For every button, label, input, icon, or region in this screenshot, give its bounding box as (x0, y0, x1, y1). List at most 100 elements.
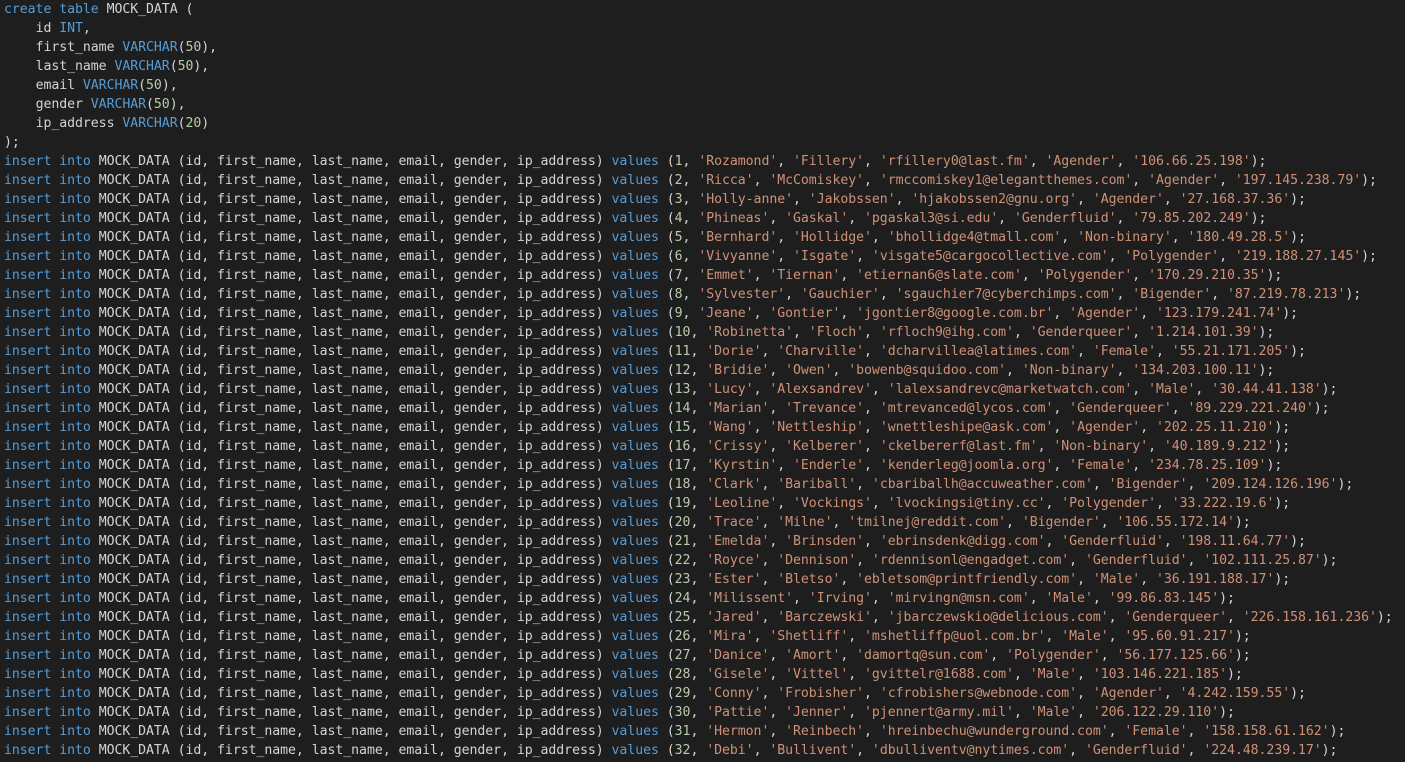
values-keyword: values (611, 667, 659, 682)
table-name: MOCK_DATA (98, 306, 170, 321)
values-keyword: values (611, 249, 659, 264)
row-gender: Agender (1053, 154, 1109, 169)
code-editor[interactable]: create table MOCK_DATA ( id INT, first_n… (0, 0, 1405, 762)
table-name: MOCK_DATA (98, 629, 170, 644)
row-last-name: Dennison (785, 553, 849, 568)
column-name: email (35, 78, 76, 93)
row-first-name: Emmet (706, 268, 746, 283)
row-id: 9 (674, 306, 683, 321)
column-list: (id, first_name, last_name, email, gende… (177, 591, 604, 606)
row-ip-address: 56.177.125.66 (1124, 648, 1227, 663)
row-ip-address: 1.214.101.39 (1155, 325, 1251, 340)
column-type: VARCHAR (90, 97, 147, 112)
row-email: tmilnej@reddit.com (856, 515, 999, 530)
table-name: MOCK_DATA (98, 363, 170, 378)
row-first-name: Debi (714, 743, 746, 758)
insert-into-keyword: insert into (4, 439, 91, 454)
row-first-name: Milissent (714, 591, 786, 606)
table-name: MOCK_DATA (98, 211, 170, 226)
column-list: (id, first_name, last_name, email, gende… (177, 705, 604, 720)
insert-statement-line: insert into MOCK_DATA (id, first_name, l… (4, 458, 1283, 473)
table-name: MOCK_DATA (98, 230, 170, 245)
row-gender: Genderfluid (1021, 211, 1109, 226)
column-list: (id, first_name, last_name, email, gende… (177, 154, 604, 169)
insert-statement-line: insert into MOCK_DATA (id, first_name, l… (4, 363, 1275, 378)
column-type: VARCHAR (122, 40, 178, 55)
column-size: 50 (146, 78, 162, 93)
row-first-name: Marian (714, 401, 762, 416)
row-email: dcharvillea@latimes.com (887, 344, 1070, 359)
table-name: MOCK_DATA (98, 154, 170, 169)
row-last-name: Enderle (800, 458, 857, 473)
row-email: rdennisonl@engadget.com (879, 553, 1062, 568)
column-def-line: id INT, (4, 19, 91, 38)
values-keyword: values (611, 477, 659, 492)
column-list: (id, first_name, last_name, email, gende… (177, 648, 604, 663)
insert-statement-line: insert into MOCK_DATA (id, first_name, l… (4, 477, 1354, 492)
row-email: lvockingsi@tiny.cc (895, 496, 1038, 511)
column-type: VARCHAR (82, 78, 139, 93)
values-keyword: values (611, 439, 659, 454)
insert-into-keyword: insert into (4, 230, 91, 245)
column-list: (id, first_name, last_name, email, gende… (177, 173, 604, 188)
row-gender: Genderfluid (1092, 743, 1180, 758)
row-id: 19 (674, 496, 691, 511)
column-list: (id, first_name, last_name, email, gende… (177, 249, 604, 264)
row-gender: Bigender (1140, 287, 1204, 302)
row-gender: Bigender (1029, 515, 1093, 530)
column-list: (id, first_name, last_name, email, gende… (177, 211, 604, 226)
row-ip-address: 180.49.28.5 (1195, 230, 1283, 245)
row-gender: Male (1053, 591, 1085, 606)
row-email: wnettleshipe@ask.com (887, 420, 1046, 435)
row-last-name: Bariball (785, 477, 849, 492)
row-email: rfillery0@last.fm (887, 154, 1022, 169)
table-name: MOCK_DATA (98, 705, 170, 720)
insert-statement-line: insert into MOCK_DATA (id, first_name, l… (4, 249, 1377, 264)
row-first-name: Ricca (706, 173, 746, 188)
row-email: pjennert@army.mil (871, 705, 1007, 720)
row-last-name: Jenner (793, 705, 841, 720)
row-first-name: Royce (714, 553, 754, 568)
column-list: (id, first_name, last_name, email, gende… (177, 572, 604, 587)
insert-into-keyword: insert into (4, 325, 91, 340)
column-type: INT (59, 21, 83, 36)
column-list: (id, first_name, last_name, email, gende… (177, 743, 604, 758)
row-gender: Non-binary (1029, 363, 1109, 378)
insert-into-keyword: insert into (4, 401, 91, 416)
insert-statement-line: insert into MOCK_DATA (id, first_name, l… (4, 553, 1338, 568)
row-id: 30 (674, 705, 691, 720)
insert-into-keyword: insert into (4, 249, 91, 264)
row-id: 31 (674, 724, 691, 739)
table-name: MOCK_DATA (98, 344, 170, 359)
insert-into-keyword: insert into (4, 458, 91, 473)
values-keyword: values (611, 496, 659, 511)
values-keyword: values (611, 211, 659, 226)
table-name: MOCK_DATA (98, 382, 170, 397)
values-keyword: values (611, 610, 659, 625)
insert-statement-line: insert into MOCK_DATA (id, first_name, l… (4, 325, 1275, 340)
row-gender: Male (1069, 629, 1101, 644)
insert-into-keyword: insert into (4, 572, 91, 587)
row-email: mtrevanced@lycos.com (887, 401, 1046, 416)
row-gender: Non-binary (1084, 230, 1164, 245)
insert-statement-line: insert into MOCK_DATA (id, first_name, l… (4, 268, 1283, 283)
insert-into-keyword: insert into (4, 591, 91, 606)
row-email: hjakobssen2@gnu.org (919, 192, 1070, 207)
values-keyword: values (611, 458, 659, 473)
column-list: (id, first_name, last_name, email, gende… (177, 477, 604, 492)
row-first-name: Pattie (714, 705, 762, 720)
table-name: MOCK_DATA (98, 458, 170, 473)
insert-into-keyword: insert into (4, 211, 91, 226)
column-list: (id, first_name, last_name, email, gende… (177, 287, 604, 302)
insert-into-keyword: insert into (4, 686, 91, 701)
row-email: bowenb@squidoo.com (856, 363, 999, 378)
row-email: hreinbechu@wunderground.com (887, 724, 1101, 739)
row-first-name: Jeane (706, 306, 746, 321)
insert-statement-line: insert into MOCK_DATA (id, first_name, l… (4, 743, 1338, 758)
table-name: MOCK_DATA (98, 287, 170, 302)
row-last-name: Vittel (793, 667, 841, 682)
row-last-name: Bullivent (777, 743, 849, 758)
table-name: MOCK_DATA (98, 496, 170, 511)
row-email: rfloch9@ihg.com (887, 325, 1007, 340)
row-first-name: Vivyanne (706, 249, 770, 264)
